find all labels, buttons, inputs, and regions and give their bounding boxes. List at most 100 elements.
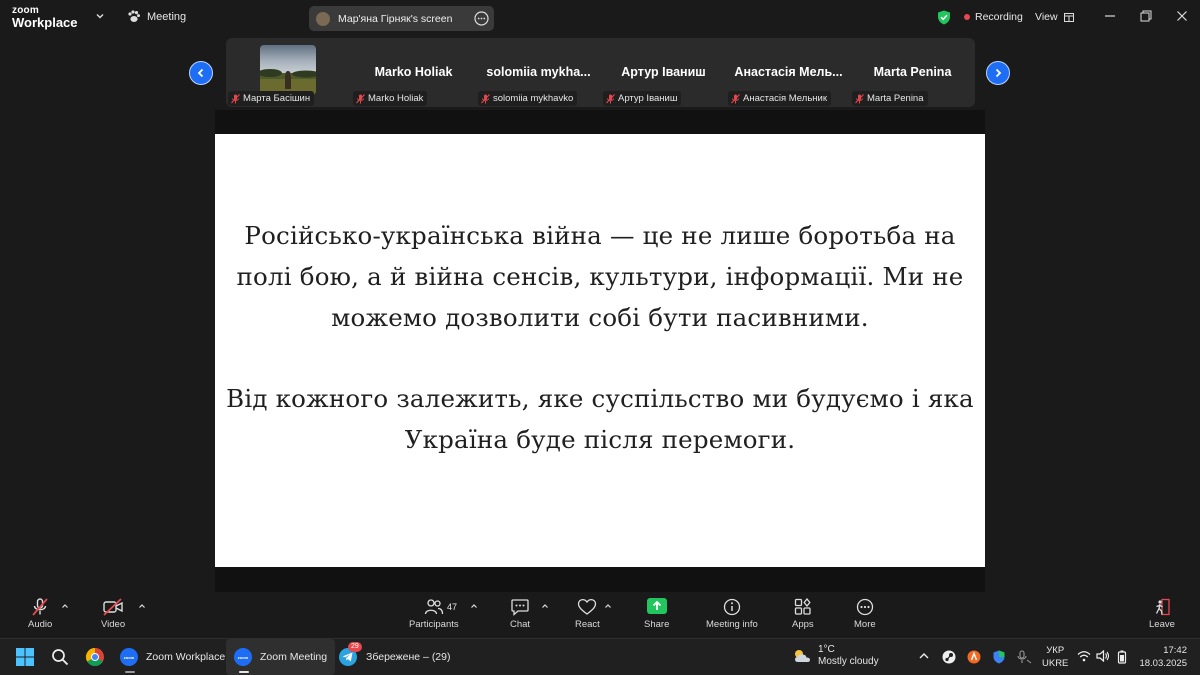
clock-date: 18.03.2025: [1139, 658, 1187, 669]
chat-label: Chat: [510, 619, 531, 630]
participant-tile[interactable]: solomiia mykha... solomiia mykhavko: [476, 38, 601, 107]
avast-icon[interactable]: [967, 650, 981, 664]
next-page-button[interactable]: [986, 61, 1010, 85]
chevron-right-icon: [995, 68, 1002, 78]
audio-button[interactable]: Audio: [28, 598, 52, 630]
zoom-meeting-task-label: Zoom Meeting: [260, 651, 328, 663]
info-icon: [722, 598, 742, 616]
title-bar: zoom Workplace Meeting Мар'яна Гірняк's …: [0, 0, 1200, 36]
leave-label: Leave: [1149, 619, 1175, 630]
recording-indicator[interactable]: Recording: [964, 11, 1023, 23]
participant-display-name: solomiia mykha...: [486, 65, 591, 79]
meeting-info-label: Meeting info: [706, 619, 758, 630]
participants-options-caret-icon[interactable]: [470, 602, 478, 610]
input-language-indicator[interactable]: УКР UKRE: [1042, 644, 1068, 670]
slide-paragraph-2: Від кожного залежить, яке суспільство ми…: [226, 384, 974, 454]
screen-owner-label: Мар'яна Гірняк's screen: [338, 12, 453, 25]
recording-label: Recording: [975, 11, 1023, 23]
search-button[interactable]: [51, 639, 69, 675]
participant-display-name: Анастасія Мель...: [734, 65, 843, 79]
zoom-workplace-logo[interactable]: zoom Workplace: [12, 5, 78, 30]
muted-mic-icon: [481, 93, 490, 104]
leave-button[interactable]: Leave: [1149, 598, 1175, 630]
slide-paragraph-1: Російсько-українська війна — це не лише …: [236, 221, 964, 332]
participant-tile[interactable]: Marko Holiak Marko Holiak: [351, 38, 476, 107]
participant-display-name: Marko Holiak: [374, 65, 453, 79]
zoom-workplace-task-label: Zoom Workplace: [146, 651, 226, 663]
avatar: [316, 11, 330, 26]
minimize-icon[interactable]: [1104, 10, 1116, 22]
more-icon: [855, 598, 875, 616]
previous-page-button[interactable]: [189, 61, 213, 85]
cloudy-weather-icon: [792, 648, 812, 664]
zoom-meeting-taskbar-button[interactable]: zoom Zoom Meeting: [226, 639, 336, 675]
more-options-icon[interactable]: [474, 11, 489, 26]
steam-icon[interactable]: [942, 650, 956, 664]
chat-button[interactable]: Chat: [510, 598, 530, 630]
chat-options-caret-icon[interactable]: [541, 602, 549, 610]
muted-mic-icon: [356, 93, 365, 104]
audio-options-caret-icon[interactable]: [61, 602, 69, 610]
meeting-toolbar: Audio Video Participants 47 Chat React S…: [0, 592, 1200, 638]
heart-icon: [577, 598, 597, 616]
participant-tile[interactable]: Марта Басішин: [226, 38, 351, 107]
react-options-caret-icon[interactable]: [604, 602, 612, 610]
video-button[interactable]: Video: [101, 598, 125, 630]
react-button[interactable]: React: [575, 598, 600, 630]
weather-widget[interactable]: 1°C Mostly cloudy: [792, 644, 879, 668]
more-button[interactable]: More: [854, 598, 876, 630]
start-button[interactable]: [15, 639, 35, 675]
participant-tile[interactable]: Артур Іваниш Артур Іваниш: [601, 38, 726, 107]
meeting-label: Meeting: [147, 10, 187, 23]
system-clock[interactable]: 17:42 18.03.2025: [1139, 644, 1187, 670]
meeting-menu-button[interactable]: Meeting: [127, 10, 186, 23]
running-indicator: [125, 671, 135, 673]
wifi-icon[interactable]: [1077, 650, 1091, 662]
chat-icon: [510, 598, 530, 616]
participant-name: Marko Holiak: [368, 93, 424, 104]
recording-dot-icon: [964, 14, 970, 20]
chevron-down-icon[interactable]: [95, 11, 105, 21]
show-hidden-icons-chevron-icon[interactable]: [918, 650, 930, 662]
participant-name-tag: Marko Holiak: [353, 91, 428, 106]
close-icon[interactable]: [1176, 10, 1188, 22]
video-off-icon: [102, 598, 124, 616]
meeting-info-button[interactable]: Meeting info: [706, 598, 758, 630]
shared-screen-pill[interactable]: Мар'яна Гірняк's screen: [309, 6, 494, 31]
chrome-taskbar-button[interactable]: [85, 639, 105, 675]
chrome-icon: [85, 647, 105, 667]
volume-icon[interactable]: [1096, 650, 1110, 662]
security-shield-icon[interactable]: [992, 650, 1006, 664]
restore-icon[interactable]: [1140, 10, 1152, 22]
participant-name-tag: Marta Penina: [852, 91, 928, 106]
participant-tile[interactable]: Анастасія Мель... Анастасія Мельник: [726, 38, 851, 107]
participants-icon: [424, 598, 444, 616]
apps-icon: [793, 598, 813, 616]
participant-video-thumbnail: [260, 45, 316, 95]
view-button[interactable]: View: [1035, 11, 1074, 23]
video-label: Video: [101, 619, 126, 630]
video-options-caret-icon[interactable]: [138, 602, 146, 610]
encryption-shield-icon[interactable]: [937, 10, 951, 25]
battery-icon[interactable]: [1116, 650, 1128, 664]
muted-mic-icon: [30, 598, 50, 616]
clock-time: 17:42: [1163, 645, 1187, 656]
grid-view-icon: [1063, 12, 1074, 22]
muted-mic-icon: [606, 93, 615, 104]
telegram-taskbar-button[interactable]: 29 Збережене – (29): [330, 639, 459, 675]
share-button[interactable]: Share: [644, 598, 669, 630]
chevron-left-icon: [197, 68, 204, 78]
unread-badge: 29: [348, 642, 362, 652]
apps-label: Apps: [792, 619, 814, 630]
participants-label: Participants: [409, 619, 459, 630]
microphone-tray-icon[interactable]: [1016, 650, 1032, 664]
zoom-app-icon: zoom: [234, 648, 252, 666]
participant-tile[interactable]: Marta Penina Marta Penina: [850, 38, 975, 107]
participant-name: Marta Penina: [867, 93, 924, 104]
zoom-workplace-taskbar-button[interactable]: zoom Zoom Workplace: [112, 639, 233, 675]
search-icon: [51, 648, 69, 666]
participant-name-tag: Марта Басішин: [228, 91, 315, 106]
participant-display-name: Артур Іваниш: [621, 65, 706, 79]
participant-name: Анастасія Мельник: [743, 93, 827, 104]
apps-button[interactable]: Apps: [792, 598, 814, 630]
